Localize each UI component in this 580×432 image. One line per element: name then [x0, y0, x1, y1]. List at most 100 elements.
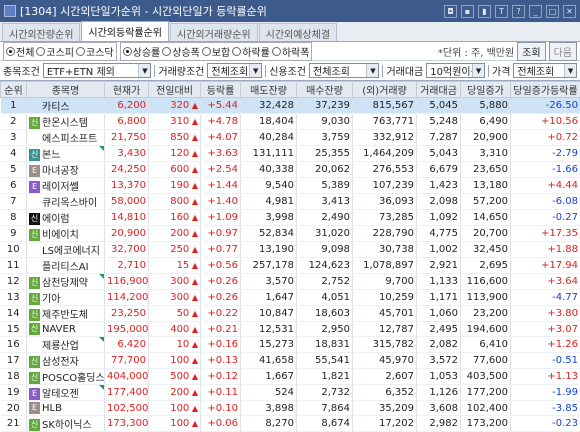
font-icon[interactable]: T: [495, 5, 508, 18]
stock-name-cell[interactable]: 신NAVER: [27, 322, 105, 337]
column-header[interactable]: 순위: [1, 82, 27, 98]
filter-label: 가격: [492, 63, 510, 78]
radio-all[interactable]: 전체: [6, 44, 34, 59]
table-row[interactable]: 19E알테오젠177,400200 ▲+0.115242,7326,3521,1…: [1, 385, 580, 401]
stock-name: 제주반도체: [42, 310, 88, 321]
table-row[interactable]: 15신NAVER195,000400 ▲+0.2112,5312,95012,7…: [1, 322, 580, 337]
price-cell: 77,700: [105, 353, 149, 369]
filter-select[interactable]: ETF+ETN 제외▼: [43, 63, 152, 78]
chevron-down-icon[interactable]: ▼: [138, 64, 150, 77]
stock-name-cell[interactable]: 신삼천당제약: [27, 274, 105, 290]
change-cell: 100 ▲: [149, 353, 201, 369]
table-row[interactable]: 20EHLB102,500100 ▲+0.103,8987,86435,2093…: [1, 401, 580, 416]
tab-after-hours-volume[interactable]: 시간외거래량순위: [170, 23, 258, 41]
stock-name-cell[interactable]: EHLB: [27, 401, 105, 416]
next-button[interactable]: 다음: [549, 42, 577, 61]
stock-name-cell[interactable]: LS에코에너지: [27, 242, 105, 258]
stock-name-cell[interactable]: 신한온시스템: [27, 114, 105, 130]
table-row[interactable]: 14신제주반도체23,25050 ▲+0.2210,84718,60345,70…: [1, 306, 580, 322]
stock-name-cell[interactable]: 신제주반도체: [27, 306, 105, 322]
radio-rise-rate[interactable]: 상승률: [123, 44, 161, 59]
table-row[interactable]: 8신에이럼14,810160 ▲+1.093,9982,49073,2851,0…: [1, 210, 580, 226]
column-header[interactable]: 거래대금: [417, 82, 461, 98]
tab-after-hours-change-rate[interactable]: 시간외등락률순위: [81, 21, 169, 41]
change-cell: 850 ▲: [149, 130, 201, 146]
stock-name-cell[interactable]: 신에이럼: [27, 210, 105, 226]
table-row[interactable]: 11플리티스AI2,71015 ▲+0.56257,178124,6231,07…: [1, 258, 580, 274]
column-header[interactable]: 현재가: [105, 82, 149, 98]
filter-select[interactable]: 전체조회▼: [207, 63, 262, 78]
link-icon[interactable]: ▪: [461, 5, 474, 18]
table-row[interactable]: 12신삼천당제약116,900300 ▲+0.263,5702,7529,700…: [1, 274, 580, 290]
stock-name-cell[interactable]: 신POSCO홀딩스: [27, 369, 105, 385]
chevron-down-icon[interactable]: ▼: [472, 64, 484, 77]
change-value: 300: [170, 276, 189, 287]
radio-fall-rate[interactable]: 하락률: [232, 44, 270, 59]
stock-name-cell[interactable]: 큐리옥스바이: [27, 194, 105, 210]
stock-name-cell[interactable]: E마녀공장: [27, 162, 105, 178]
pin-icon[interactable]: ◘: [444, 5, 457, 18]
table-row[interactable]: 7큐리옥스바이58,000800 ▲+1.404,9813,41336,0932…: [1, 194, 580, 210]
notes-icon[interactable]: ▮: [478, 5, 491, 18]
column-header[interactable]: 매도잔량: [241, 82, 297, 98]
table-row[interactable]: 1카티스6,200320 ▲+5.4432,42837,239815,5675,…: [1, 98, 580, 114]
radio-kospi[interactable]: 코스피: [36, 44, 74, 59]
column-header[interactable]: (외)거래량: [353, 82, 417, 98]
price-cell: 102,500: [105, 401, 149, 416]
volume-cell: 9,700: [353, 274, 417, 290]
maximize-icon[interactable]: □: [546, 5, 559, 18]
day-increase-rate-cell: -4.77: [511, 290, 580, 306]
table-row[interactable]: 10LS에코에너지32,700250 ▲+0.7713,1909,09830,7…: [1, 242, 580, 258]
filter-select[interactable]: 전체조회▼: [309, 63, 379, 78]
stock-name-cell[interactable]: 신본느: [27, 146, 105, 162]
table-row[interactable]: 18신POSCO홀딩스404,000500 ▲+0.121,6671,8212,…: [1, 369, 580, 385]
column-header[interactable]: 전일대비: [149, 82, 201, 98]
stock-name-cell[interactable]: 신삼성전자: [27, 353, 105, 369]
table-row[interactable]: 2신한온시스템6,800310 ▲+4.7818,4049,030763,771…: [1, 114, 580, 130]
volume-cell: 12,787: [353, 322, 417, 337]
volume-cell: 30,738: [353, 242, 417, 258]
close-icon[interactable]: ✕: [563, 5, 576, 18]
radio-label: 보합: [212, 44, 230, 59]
stock-name-cell[interactable]: 카티스: [27, 98, 105, 114]
stock-name-cell[interactable]: 플리티스AI: [27, 258, 105, 274]
stock-name-cell[interactable]: 에스피소프트: [27, 130, 105, 146]
column-header[interactable]: 등락률: [201, 82, 241, 98]
filter-select[interactable]: 10억원이상▼: [426, 63, 485, 78]
amount-cell: 2,495: [417, 322, 461, 337]
table-row[interactable]: 6E레이저쎌13,370190 ▲+1.449,5405,389107,2391…: [1, 178, 580, 194]
column-header[interactable]: 당일증가: [461, 82, 511, 98]
stock-name-cell[interactable]: 신비에이치: [27, 226, 105, 242]
minimize-icon[interactable]: _: [529, 5, 542, 18]
stock-name-cell[interactable]: E알테오젠: [27, 385, 105, 401]
chevron-down-icon[interactable]: ▼: [564, 64, 576, 77]
tab-after-hours-expected[interactable]: 시간외예상체결: [259, 23, 337, 41]
table-row[interactable]: 4신본느3,430120 ▲+3.63131,11125,3551,464,20…: [1, 146, 580, 162]
column-header[interactable]: 종목명: [27, 82, 105, 98]
stock-name-cell[interactable]: 신기아: [27, 290, 105, 306]
amount-cell: 5,248: [417, 114, 461, 130]
rate-cell: +2.54: [201, 162, 241, 178]
table-row[interactable]: 9신비에이치20,900200 ▲+0.9752,83431,020228,79…: [1, 226, 580, 242]
radio-unchanged[interactable]: 보합: [202, 44, 230, 59]
filter-select[interactable]: 전체조회▼: [513, 63, 577, 78]
table-row[interactable]: 5E마녀공장24,250600 ▲+2.5440,33820,062276,55…: [1, 162, 580, 178]
chevron-down-icon[interactable]: ▼: [366, 64, 378, 77]
query-button[interactable]: 조회: [517, 42, 545, 61]
stock-name-cell[interactable]: E레이저쎌: [27, 178, 105, 194]
table-row[interactable]: 3에스피소프트21,750850 ▲+4.0740,2843,759332,91…: [1, 130, 580, 146]
column-header[interactable]: 매수잔량: [297, 82, 353, 98]
radio-rise-amount[interactable]: 상승폭: [162, 44, 200, 59]
column-header[interactable]: 당일증가등락률: [511, 82, 580, 98]
help-icon[interactable]: ?: [512, 5, 525, 18]
credit-badge: [29, 133, 40, 145]
stock-name: SK하이닉스: [42, 420, 92, 431]
table-row[interactable]: 16제룡산업6,42010 ▲+0.1615,27318,831315,7822…: [1, 337, 580, 353]
radio-kosdaq[interactable]: 코스닥: [76, 44, 114, 59]
stock-name-cell[interactable]: 제룡산업: [27, 337, 105, 353]
radio-fall-amount[interactable]: 하락폭: [272, 44, 310, 59]
table-row[interactable]: 17신삼성전자77,700100 ▲+0.1341,65855,54145,97…: [1, 353, 580, 369]
table-row[interactable]: 13신기아114,200300 ▲+0.261,6474,05110,2591,…: [1, 290, 580, 306]
chevron-down-icon[interactable]: ▼: [249, 64, 261, 77]
tab-after-hours-balance[interactable]: 시간외잔량순위: [2, 23, 80, 41]
